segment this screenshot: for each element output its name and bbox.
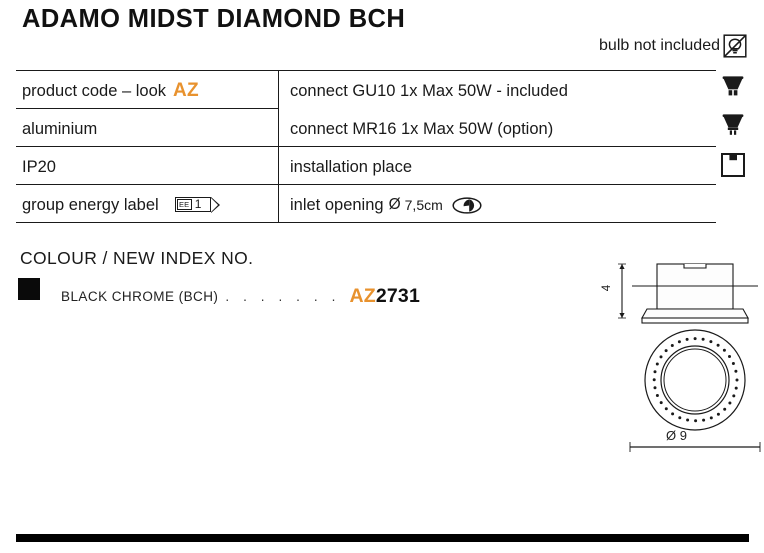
colour-index-code: AZ2731 [349, 285, 420, 308]
spec-row-connect-gu10: connect GU10 1x Max 50W - included [290, 74, 568, 108]
table-top-rule [16, 70, 716, 71]
page-title: ADAMO MIDST DIAMOND BCH [22, 5, 406, 33]
gu10-lamp-icon [722, 76, 744, 96]
spec-table: product code – look AZ aluminium IP20 gr… [16, 70, 716, 223]
bulb-crossed-out-icon [723, 34, 747, 58]
spec-label-inlet-opening: inlet opening [290, 195, 384, 214]
spec-row-product-code: product code – look AZ [22, 74, 199, 108]
product-code-accent: AZ [173, 80, 199, 101]
inlet-diameter-value: 7,5cm [404, 197, 443, 213]
colour-index-row: BLACK CHROME (BCH) . . . . . . . AZ2731 [61, 284, 420, 307]
spec-row-inlet-opening: inlet opening Ø 7,5cm [290, 188, 482, 222]
spec-label-installation-place: installation place [290, 157, 412, 176]
top-view-diameter-dimension: Ø 9 [666, 428, 687, 443]
table-column-divider [278, 70, 279, 222]
spec-label-connect-mr16: connect MR16 1x Max 50W (option) [290, 119, 554, 138]
spec-row-ip-rating: IP20 [22, 150, 56, 184]
colour-section-heading: COLOUR / NEW INDEX NO. [20, 248, 254, 268]
spec-row-connect-mr16: connect MR16 1x Max 50W (option) [290, 112, 553, 146]
ceiling-mount-icon [721, 153, 745, 177]
colour-code-prefix: AZ [349, 285, 376, 307]
spec-label-energy-label: group energy label [22, 195, 159, 214]
table-rule-3 [16, 184, 716, 185]
colour-leader-dots: . . . . . . . [225, 289, 341, 304]
bottom-divider-bar [16, 534, 749, 542]
spec-label-material: aluminium [22, 119, 98, 138]
bulb-not-included-label: bulb not included [599, 37, 720, 54]
energy-badge-value: 1 [194, 196, 202, 211]
energy-label-badge: EE 1 [174, 196, 220, 214]
energy-badge-arrow [210, 196, 220, 213]
energy-badge-class: EE [176, 198, 192, 210]
table-rule-2 [16, 146, 716, 147]
spec-label-ip-rating: IP20 [22, 157, 56, 176]
colour-swatch-black-chrome [18, 278, 40, 300]
side-view-height-dimension: 4 [601, 284, 614, 292]
colour-code-number: 2731 [375, 285, 421, 307]
inlet-diameter-symbol: Ø [388, 196, 401, 213]
colour-name: BLACK CHROME (BCH) [61, 289, 219, 304]
spec-row-material: aluminium [22, 112, 97, 146]
mr16-lamp-icon [722, 114, 744, 135]
table-bottom-rule [16, 222, 716, 223]
spec-label-product-code: product code – look [22, 81, 167, 100]
spec-row-energy-label: group energy label EE 1 [22, 188, 220, 222]
inlet-opening-icon [452, 196, 482, 214]
table-rule-left-1 [16, 108, 278, 109]
spec-label-connect-gu10: connect GU10 1x Max 50W - included [290, 81, 568, 100]
spec-row-installation-place: installation place [290, 150, 412, 184]
